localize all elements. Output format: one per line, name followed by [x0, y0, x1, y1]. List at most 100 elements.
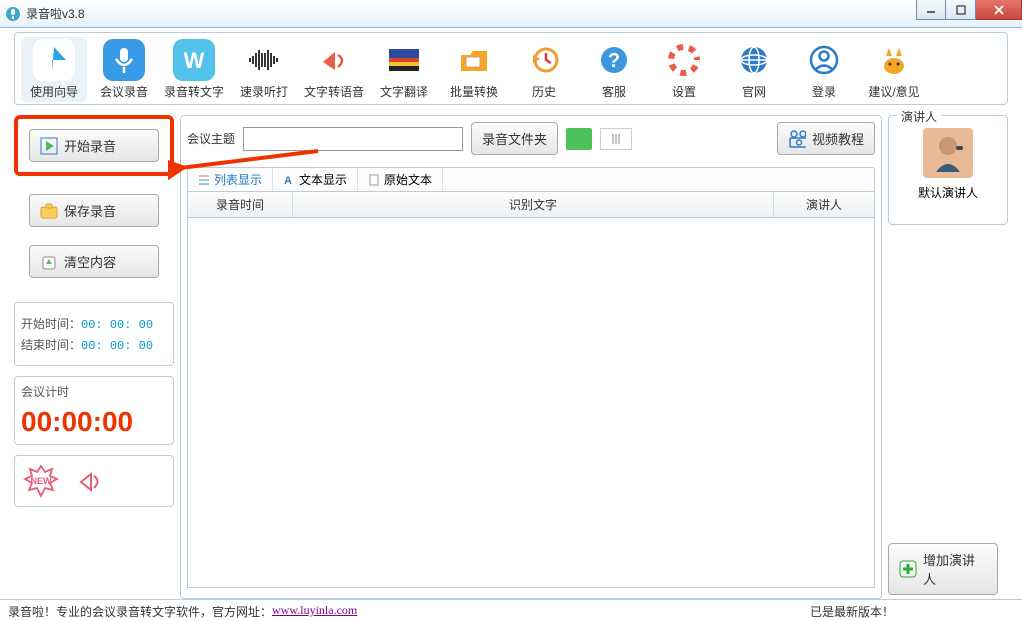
toolbar-cs-label: 客服	[602, 83, 626, 100]
switch-box[interactable]	[600, 128, 632, 150]
tab-text-label: 文本显示	[299, 171, 347, 188]
toolbar-totext[interactable]: W 录音转文字	[161, 37, 227, 102]
svg-text:?: ?	[608, 50, 620, 72]
tts-icon	[313, 39, 355, 81]
table-body	[187, 218, 875, 588]
web-icon	[733, 39, 775, 81]
speaker-group: 演讲人 默认演讲人	[888, 115, 1008, 225]
minimize-button[interactable]	[916, 0, 946, 20]
status-version: 已是最新版本！	[810, 603, 894, 621]
horn-icon[interactable]	[77, 466, 109, 496]
toolbar-fast[interactable]: 速录听打	[231, 37, 297, 102]
toolbar: 使用向导 会议录音 W 录音转文字速录听打文字转语音文字翻译 批量转换 历史? 客服 设置 官网…	[14, 32, 1008, 105]
video-tutorial-button[interactable]: 视频教程	[777, 122, 875, 155]
toolbar-fast-label: 速录听打	[240, 83, 288, 100]
plus-icon	[899, 560, 917, 578]
guide-icon	[33, 39, 75, 81]
tab-text[interactable]: A 文本显示	[273, 168, 358, 191]
toolbar-trans[interactable]: 文字翻译	[371, 37, 437, 102]
batch-icon	[453, 39, 495, 81]
toolbar-set-label: 设置	[672, 83, 696, 100]
toolbar-web[interactable]: 官网	[721, 37, 787, 102]
close-button[interactable]	[976, 0, 1022, 20]
toolbar-batch[interactable]: 批量转换	[441, 37, 507, 102]
new-badge-icon[interactable]: NEW	[23, 464, 59, 498]
play-icon	[40, 137, 58, 155]
meeting-timer-value: 00:00:00	[21, 406, 167, 438]
col-text[interactable]: 识别文字	[293, 192, 774, 217]
save-record-label: 保存录音	[64, 201, 116, 220]
main-panel: 会议主题 录音文件夹 视频教程 列表显示 A 文本显示 原始文本	[180, 115, 882, 599]
start-record-highlight: 开始录音	[14, 115, 174, 176]
toolbar-guide-label: 使用向导	[30, 83, 78, 100]
toolbar-meeting[interactable]: 会议录音	[91, 37, 157, 102]
app-icon	[6, 7, 20, 21]
save-record-button[interactable]: 保存录音	[29, 194, 159, 227]
maximize-button[interactable]	[946, 0, 976, 20]
col-time[interactable]: 录音时间	[188, 192, 293, 217]
svg-text:A: A	[284, 175, 292, 186]
add-speaker-button[interactable]: 增加演讲人	[888, 543, 998, 595]
toolbar-web-label: 官网	[742, 83, 766, 100]
status-url[interactable]: www.luyinla.com	[272, 603, 357, 621]
window-title: 录音啦v3.8	[26, 5, 85, 22]
toolbar-cs[interactable]: ? 客服	[581, 37, 647, 102]
folder-button[interactable]: 录音文件夹	[471, 122, 558, 155]
table-header: 录音时间 识别文字 演讲人	[187, 192, 875, 218]
meeting-timer-panel: 会议计时 00:00:00	[14, 376, 174, 445]
toolbar-totext-label: 录音转文字	[164, 83, 224, 100]
trans-icon	[383, 39, 425, 81]
briefcase-icon	[40, 202, 58, 220]
status-text: 录音啦！专业的会议录音转文字软件，官方网址：	[8, 603, 272, 621]
folder-button-label: 录音文件夹	[482, 129, 547, 148]
toolbar-guide[interactable]: 使用向导	[21, 37, 87, 102]
right-panel: 演讲人 默认演讲人 增加演讲人	[888, 115, 1008, 599]
toolbar-hist[interactable]: 历史	[511, 37, 577, 102]
topic-label: 会议主题	[187, 130, 235, 147]
toolbar-login[interactable]: 登录	[791, 37, 857, 102]
toolbar-batch-label: 批量转换	[450, 83, 498, 100]
toolbar-trans-label: 文字翻译	[380, 83, 428, 100]
video-icon	[788, 130, 806, 148]
toolbar-fb-label: 建议/意见	[868, 83, 919, 100]
start-record-label: 开始录音	[64, 136, 116, 155]
video-button-label: 视频教程	[812, 129, 864, 148]
list-icon	[198, 174, 210, 186]
color-swatch[interactable]	[566, 128, 592, 150]
toolbar-tts-label: 文字转语音	[304, 83, 364, 100]
tab-list[interactable]: 列表显示	[188, 168, 273, 191]
speaker-item[interactable]: 默认演讲人	[889, 128, 1007, 201]
start-time-label: 开始时间：	[21, 318, 81, 332]
title-bar: 录音啦v3.8	[0, 0, 1022, 28]
speaker-name: 默认演讲人	[918, 184, 978, 201]
add-speaker-label: 增加演讲人	[923, 550, 987, 588]
toolbar-hist-label: 历史	[532, 83, 556, 100]
tabs: 列表显示 A 文本显示 原始文本	[187, 167, 875, 192]
login-icon	[803, 39, 845, 81]
recycle-icon	[40, 253, 58, 271]
toolbar-fb[interactable]: 建议/意见	[861, 37, 927, 102]
toolbar-login-label: 登录	[812, 83, 836, 100]
meeting-timer-label: 会议计时	[21, 383, 167, 400]
start-record-button[interactable]: 开始录音	[29, 129, 159, 162]
text-icon: A	[283, 174, 295, 186]
time-panel: 开始时间：00: 00: 00 结束时间：00: 00: 00	[14, 302, 174, 366]
toolbar-meeting-label: 会议录音	[100, 83, 148, 100]
totext-icon: W	[173, 39, 215, 81]
end-time-value: 00: 00: 00	[81, 339, 153, 353]
speaker-group-label: 演讲人	[897, 108, 941, 125]
avatar-icon	[923, 128, 973, 178]
clear-label: 清空内容	[64, 252, 116, 271]
toolbar-tts[interactable]: 文字转语音	[301, 37, 367, 102]
status-bar: 录音啦！专业的会议录音转文字软件，官方网址： www.luyinla.com 已…	[0, 599, 1022, 621]
toolbar-set[interactable]: 设置	[651, 37, 717, 102]
end-time-label: 结束时间：	[21, 339, 81, 353]
meeting-icon	[103, 39, 145, 81]
set-icon	[663, 39, 705, 81]
tab-raw[interactable]: 原始文本	[358, 168, 443, 191]
clear-button[interactable]: 清空内容	[29, 245, 159, 278]
svg-text:NEW: NEW	[31, 476, 53, 486]
col-speaker[interactable]: 演讲人	[774, 192, 874, 217]
topic-input[interactable]	[243, 127, 463, 151]
fb-icon	[873, 39, 915, 81]
